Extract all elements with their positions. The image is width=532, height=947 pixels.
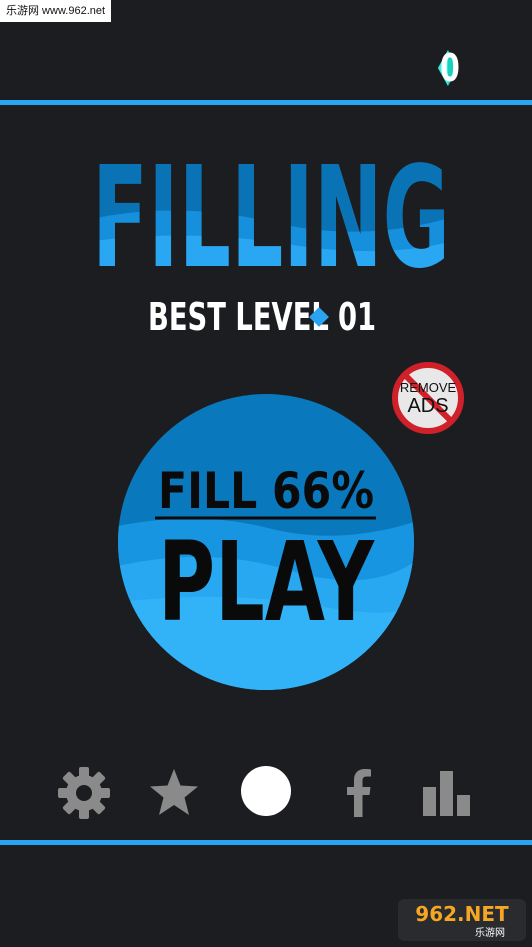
star-icon[interactable] <box>146 765 202 821</box>
game-title: FILLING <box>92 150 450 275</box>
gem-count: 0 <box>440 46 461 90</box>
site-logo: 962.NET 乐游网 <box>398 899 526 941</box>
top-divider <box>0 100 532 105</box>
facebook-icon[interactable] <box>330 765 386 821</box>
best-level-row: BEST LEVEL 01 <box>148 292 398 342</box>
play-label: PLAY <box>158 518 375 646</box>
fill-percent-label: FILL 66% <box>158 462 374 520</box>
logo-sub: 乐游网 <box>475 926 505 939</box>
best-level-label: BEST LEVEL <box>148 295 329 339</box>
play-button[interactable]: FILL 66% PLAY <box>118 394 414 690</box>
bottom-divider <box>0 840 532 845</box>
gear-icon[interactable] <box>56 765 112 821</box>
remove-ads-line1: REMOVE <box>400 380 457 395</box>
bottom-nav <box>0 765 532 825</box>
watermark-text: 乐游网 www.962.net <box>0 0 112 22</box>
best-level-value: 01 <box>338 295 377 339</box>
logo-brand: 962.NET <box>415 902 509 926</box>
circle-icon[interactable] <box>238 765 294 821</box>
leaderboard-icon[interactable] <box>420 765 476 821</box>
